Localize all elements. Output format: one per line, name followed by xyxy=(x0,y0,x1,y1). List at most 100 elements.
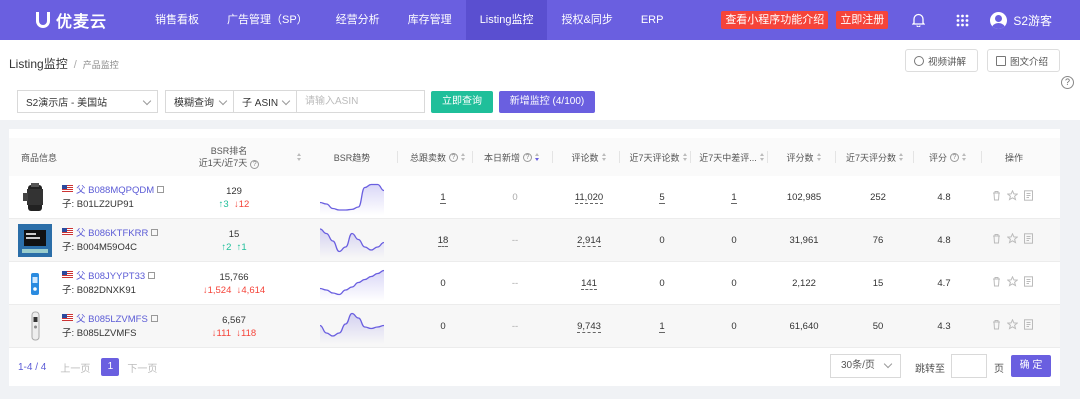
table-row: 父 B088MQPQDM 子: B01LZ2UP91 129 ↑3 ↓12 1 0 11,0… xyxy=(9,176,1060,219)
logo[interactable]: 优麦云 xyxy=(36,8,136,32)
review-count[interactable]: 11,020 xyxy=(574,192,604,204)
nav-item-4[interactable]: Listing监控 xyxy=(465,0,548,40)
new-today: 0 xyxy=(512,192,518,203)
add-monitor-button[interactable]: 新增监控 (4/100) xyxy=(499,91,595,113)
next-page-button[interactable]: 下一页 xyxy=(127,360,157,375)
jump-confirm-button[interactable]: 确 定 xyxy=(1011,355,1051,377)
notes-icon[interactable] xyxy=(1023,276,1034,287)
question-icon: ? xyxy=(523,152,532,162)
col-ratings[interactable]: 评分数 xyxy=(769,138,839,176)
bsr-trend-sparkline[interactable] xyxy=(320,310,384,344)
col-sales[interactable]: 总跟卖数? xyxy=(398,138,478,176)
review-count-7d[interactable]: 1 xyxy=(659,321,665,333)
help-icon[interactable]: ? xyxy=(1061,76,1074,89)
bsr-trend-sparkline[interactable] xyxy=(320,181,384,215)
breadcrumb-main[interactable]: Listing监控 xyxy=(9,55,68,72)
review-count-7d[interactable]: 5 xyxy=(659,192,665,204)
nav-item-3[interactable]: 库存管理 xyxy=(394,0,466,40)
top-nav: 优麦云 销售看板 广告管理（SP） 经营分析 库存管理 Listing监控 授权&同步 ER… xyxy=(0,0,1080,40)
prev-page-button[interactable]: 上一页 xyxy=(60,360,90,375)
ratings7-cell: 50 xyxy=(836,305,920,348)
column-divider xyxy=(397,151,398,163)
bsr-change-7d: ↓4,614 xyxy=(236,284,266,296)
match-mode-select[interactable]: 模糊查询 xyxy=(165,90,234,113)
trash-icon[interactable] xyxy=(991,319,1002,330)
star-icon[interactable] xyxy=(1007,319,1018,330)
nav-item-2[interactable]: 经营分析 xyxy=(322,0,394,40)
star-icon[interactable] xyxy=(1007,233,1018,244)
col-product-label: 商品信息 xyxy=(20,152,57,163)
external-link-icon[interactable] xyxy=(157,186,165,193)
trash-icon[interactable] xyxy=(991,233,1002,244)
reviews-cell: 11,020 xyxy=(554,176,624,219)
nav-item-1[interactable]: 广告管理（SP） xyxy=(213,0,322,40)
jump-page-input[interactable] xyxy=(951,354,987,378)
col-score[interactable]: 评分? xyxy=(915,138,981,176)
breadcrumb-separator: / xyxy=(73,59,77,71)
review-count[interactable]: 9,743 xyxy=(577,321,601,333)
sales-count[interactable]: 1 xyxy=(440,192,446,204)
user-menu[interactable]: S2游客 xyxy=(990,11,1052,29)
us-flag-icon xyxy=(62,185,73,192)
parent-asin-link[interactable]: 父 B085LZVMFS xyxy=(76,314,148,325)
nav-item-5[interactable]: 授权&同步 xyxy=(547,0,626,40)
col-trend: BSR趋势 xyxy=(320,138,384,176)
col-new-today-label: 本日新增 xyxy=(483,152,520,163)
sort-icon xyxy=(535,152,540,162)
col-ratings-label: 评分数 xyxy=(786,152,814,163)
star-icon[interactable] xyxy=(1007,190,1018,201)
page-unit-label: 页 xyxy=(994,364,1004,375)
external-link-icon[interactable] xyxy=(151,229,159,236)
query-button[interactable]: 立即查询 xyxy=(431,91,493,113)
parent-asin-link[interactable]: 父 B086KTFKRR xyxy=(76,228,148,239)
review-count[interactable]: 141 xyxy=(581,278,597,290)
breadcrumb-current: 产品监控 xyxy=(82,60,119,70)
notes-icon[interactable] xyxy=(1023,319,1034,330)
col-ratings7[interactable]: 近7天评分数 xyxy=(836,138,914,176)
product-image[interactable] xyxy=(18,224,52,257)
field-select[interactable]: 子 ASIN xyxy=(233,90,297,113)
bsr-sorter[interactable] xyxy=(293,138,303,176)
external-link-icon[interactable] xyxy=(150,315,158,322)
register-button[interactable]: 立即注册 xyxy=(836,11,889,29)
bad-review-7d[interactable]: 1 xyxy=(731,192,737,204)
sales-count[interactable]: 18 xyxy=(437,235,449,247)
nav-item-6[interactable]: ERP xyxy=(627,0,678,40)
product-image[interactable] xyxy=(18,310,52,343)
trash-icon[interactable] xyxy=(991,190,1002,201)
external-link-icon[interactable] xyxy=(148,272,156,279)
store-select[interactable]: S2演示店 - 美国站 xyxy=(17,90,158,113)
bell-icon[interactable] xyxy=(911,13,925,27)
parent-asin-link[interactable]: 父 B088MQPQDM xyxy=(76,185,154,196)
parent-asin-link[interactable]: 父 B08JYYPT33 xyxy=(76,271,145,282)
col-reviews7[interactable]: 近7天评论数 xyxy=(620,138,697,176)
page-size-select[interactable]: 30条/页 xyxy=(830,354,901,378)
star-icon[interactable] xyxy=(1007,276,1018,287)
bsr-trend-sparkline[interactable] xyxy=(320,224,384,258)
child-asin: 子: B004M59O4C xyxy=(62,242,137,253)
nav-item-0[interactable]: 销售看板 xyxy=(141,0,213,40)
page-1-button[interactable]: 1 xyxy=(101,358,120,376)
trend-area xyxy=(320,313,384,344)
review-count[interactable]: 2,914 xyxy=(577,235,601,247)
apps-grid-icon[interactable] xyxy=(955,13,969,27)
product-image[interactable] xyxy=(18,181,52,214)
trash-icon[interactable] xyxy=(991,276,1002,287)
mini-program-intro-button[interactable]: 查看小程序功能介绍 xyxy=(721,11,829,29)
page-size-value: 30条/页 xyxy=(841,360,875,371)
doc-guide-button[interactable]: 图文介绍 xyxy=(987,49,1060,72)
video-guide-button[interactable]: 视频讲解 xyxy=(905,49,978,72)
asin-search-input[interactable]: 请输入ASIN xyxy=(296,90,425,113)
product-image[interactable] xyxy=(18,267,52,300)
col-bsr-sub: 近1天/近7天? xyxy=(199,157,260,169)
col-new-today[interactable]: 本日新增? xyxy=(475,138,549,176)
notes-icon[interactable] xyxy=(1023,190,1034,201)
bsr-trend-sparkline[interactable] xyxy=(320,267,384,301)
bsr-cell: 15 ↑2 ↑1 xyxy=(204,219,264,262)
col-bsr[interactable]: BSR排名 近1天/近7天? xyxy=(184,138,274,176)
col-bad7[interactable]: 近7天中差评... xyxy=(692,138,772,176)
col-reviews[interactable]: 评论数 xyxy=(554,138,624,176)
chevron-down-icon xyxy=(142,96,152,106)
bad7-cell: 1 xyxy=(692,176,776,219)
notes-icon[interactable] xyxy=(1023,233,1034,244)
